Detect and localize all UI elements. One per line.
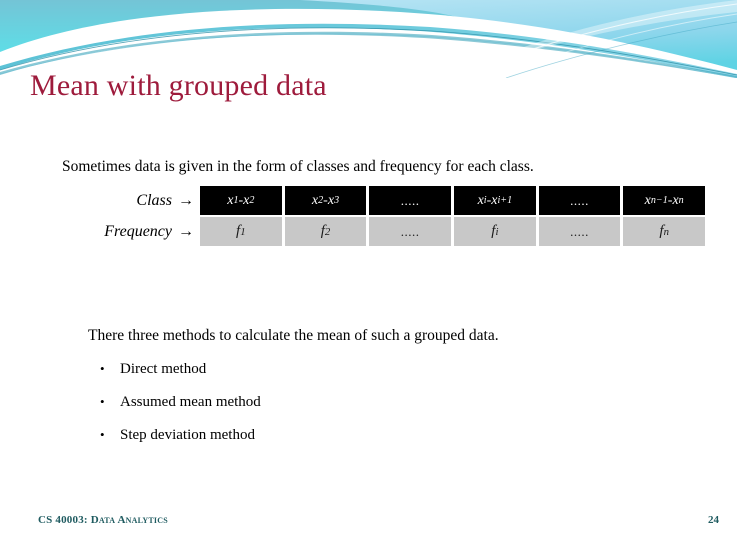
table-cell: ..... xyxy=(538,186,621,215)
page-number: 24 xyxy=(708,514,719,526)
list-item: • Direct method xyxy=(100,361,261,394)
list-item: • Step deviation method xyxy=(100,427,261,460)
row-label-class-text: Class xyxy=(136,191,172,209)
table-cell: x1- x2 xyxy=(200,186,282,215)
cell-sub2: 2 xyxy=(249,195,255,206)
table-cell: f2 xyxy=(284,217,367,246)
table-cell: xi- x i+1 xyxy=(454,186,536,215)
cell-sub: 2 xyxy=(324,225,331,238)
table-cell: x2- x3 xyxy=(284,186,367,215)
intro-paragraph: Sometimes data is given in the form of c… xyxy=(62,158,534,175)
cell-ellipsis: ..... xyxy=(570,223,589,239)
cell-ellipsis: ..... xyxy=(400,192,420,208)
class-cells: x1- x2 x2- x3 ..... xi- x i+1 ..... x n−1-… xyxy=(200,186,706,215)
list-item-label: Direct method xyxy=(120,361,207,377)
banner-swoosh-graphic xyxy=(0,0,737,78)
table-row-frequency: Frequency → f1 f2 ..... fi ..... f n xyxy=(60,217,706,246)
methods-intro-paragraph: There three methods to calculate the mea… xyxy=(88,327,499,344)
cell-sub: 1 xyxy=(240,225,246,238)
list-item-label: Step deviation method xyxy=(120,427,255,443)
cell-sub: i xyxy=(495,225,499,238)
row-label-frequency-text: Frequency xyxy=(104,222,172,240)
table-row-class: Class → x1- x2 x2- x3 ..... xi- x i+1 ...… xyxy=(60,186,706,215)
bullet-icon: • xyxy=(100,427,105,442)
grouped-data-table: Class → x1- x2 x2- x3 ..... xi- x i+1 ...… xyxy=(60,186,706,248)
table-cell: ..... xyxy=(369,186,452,215)
page-title: Mean with grouped data xyxy=(30,69,327,102)
table-cell: x n−1- xn xyxy=(623,186,706,215)
cell-sub2: i+1 xyxy=(497,195,513,206)
table-cell: f1 xyxy=(200,217,282,246)
cell-ellipsis: ..... xyxy=(400,223,420,239)
slide: Mean with grouped data Sometimes data is… xyxy=(0,0,737,540)
row-label-class: Class → xyxy=(60,186,200,215)
header-banner-decoration xyxy=(0,0,737,78)
frequency-cells: f1 f2 ..... fi ..... fn xyxy=(200,217,706,246)
methods-list: • Direct method • Assumed mean method • … xyxy=(100,361,261,460)
row-label-frequency: Frequency → xyxy=(60,217,200,246)
cell-sub: n−1 xyxy=(650,195,668,206)
list-item-label: Assumed mean method xyxy=(120,394,261,410)
arrow-icon: → xyxy=(178,222,194,240)
cell-ellipsis: ..... xyxy=(570,192,589,208)
arrow-icon: → xyxy=(178,191,194,209)
bullet-icon: • xyxy=(100,394,105,409)
footer-course-label: CS 40003: Data Analytics xyxy=(38,514,168,526)
cell-sub2: n xyxy=(678,195,684,206)
table-cell: ..... xyxy=(538,217,621,246)
table-cell: fn xyxy=(623,217,706,246)
cell-sub2: 3 xyxy=(334,195,340,206)
list-item: • Assumed mean method xyxy=(100,394,261,427)
cell-sub: n xyxy=(663,225,669,238)
bullet-icon: • xyxy=(100,361,105,376)
table-cell: fi xyxy=(454,217,536,246)
table-cell: ..... xyxy=(369,217,452,246)
